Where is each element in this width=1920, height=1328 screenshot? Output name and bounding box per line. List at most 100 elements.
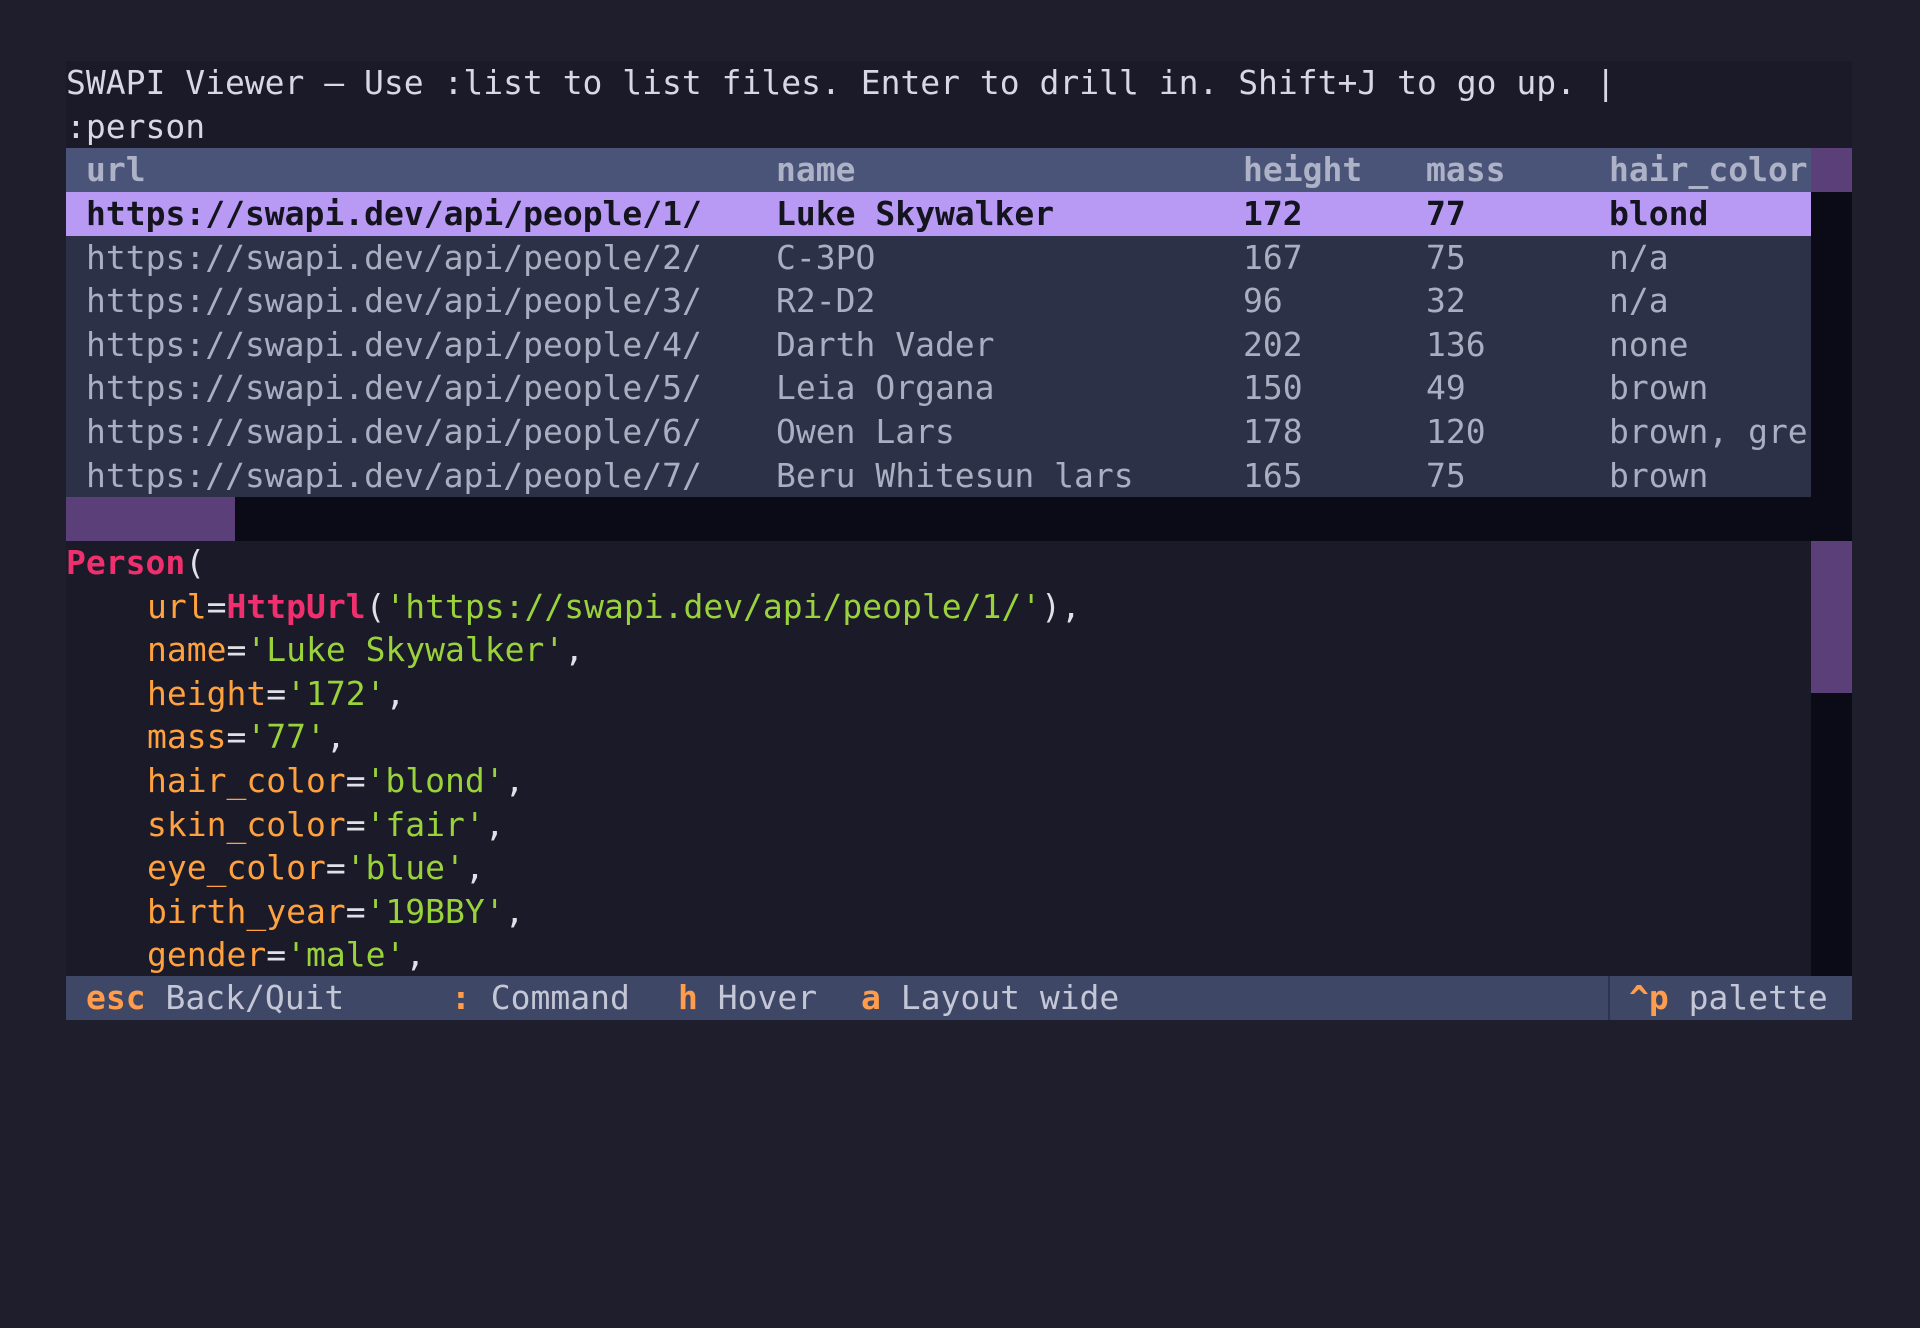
cell-hair-color: n/a [1609, 281, 1669, 321]
cell-mass: 49 [1426, 368, 1466, 408]
class-name: Person [66, 543, 186, 582]
footer-key: ^p [1629, 978, 1669, 1017]
footer-binding-back-quit[interactable]: esc Back/Quit [86, 976, 344, 1020]
cell-name: Luke Skywalker [776, 194, 1055, 233]
column-header-height[interactable]: height [1243, 148, 1362, 192]
cell-name: Darth Vader [776, 324, 995, 364]
field-tail: , [325, 717, 346, 757]
detail-class-line: Person( [66, 541, 1811, 585]
cell-height: 202 [1243, 324, 1303, 364]
field-tail: , [464, 848, 485, 888]
footer-label: Command [490, 978, 630, 1017]
field-key: name [147, 630, 227, 670]
detail-field: height='172', [66, 672, 1811, 716]
field-key: skin_color [147, 804, 346, 844]
detail-scroll-thumb[interactable] [1811, 541, 1852, 693]
cell-mass: 136 [1426, 324, 1486, 364]
record-detail-pane[interactable]: Person( url=HttpUrl('https://swapi.dev/a… [66, 541, 1811, 976]
open-paren: ( [185, 543, 206, 582]
cell-url: https://swapi.dev/api/people/1/ [86, 194, 702, 233]
cell-mass: 75 [1426, 455, 1466, 495]
field-value: '19BBY' [365, 891, 505, 931]
field-value: 'fair' [365, 804, 485, 844]
detail-field: birth_year='19BBY', [66, 890, 1811, 934]
cell-mass: 120 [1426, 412, 1486, 451]
table-row[interactable]: https://swapi.dev/api/people/4/ Darth Va… [66, 323, 1811, 367]
cell-hair-color: brown [1609, 455, 1709, 495]
footer-binding-command[interactable]: : Command [451, 976, 630, 1020]
field-eq: = [226, 717, 247, 757]
command-line[interactable]: :person [66, 105, 1852, 149]
footer-binding-layout[interactable]: a Layout wide [861, 976, 1119, 1020]
table-row-selected[interactable]: https://swapi.dev/api/people/1/ Luke Sky… [66, 192, 1811, 236]
footer-label: palette [1688, 978, 1828, 1017]
field-key: mass [147, 717, 227, 757]
title-text: SWAPI Viewer — Use :list to list files. … [66, 63, 1616, 102]
field-tail: , [504, 891, 525, 931]
detail-field: gender='male', [66, 933, 1811, 976]
cell-hair-color: n/a [1609, 237, 1669, 277]
cell-url: https://swapi.dev/api/people/3/ [86, 281, 702, 321]
title-bar: SWAPI Viewer — Use :list to list files. … [66, 61, 1852, 148]
footer-key: esc [86, 978, 146, 1017]
detail-field: url=HttpUrl('https://swapi.dev/api/peopl… [147, 586, 1081, 626]
terminal-window: SWAPI Viewer — Use :list to list files. … [66, 61, 1852, 1020]
cell-height: 178 [1243, 412, 1303, 451]
field-value: 'https://swapi.dev/api/people/1/' [385, 586, 1042, 626]
footer-binding-hover[interactable]: h Hover [678, 976, 817, 1020]
table-row[interactable]: https://swapi.dev/api/people/7/ Beru Whi… [66, 454, 1811, 498]
cell-mass: 77 [1426, 194, 1466, 233]
column-header-mass[interactable]: mass [1426, 148, 1505, 192]
field-value: 'blue' [345, 848, 465, 888]
column-header-hair-color[interactable]: hair_color [1609, 148, 1811, 192]
footer-label: Hover [717, 978, 818, 1017]
table-row[interactable]: https://swapi.dev/api/people/6/ Owen Lar… [66, 410, 1811, 454]
cell-url: https://swapi.dev/api/people/4/ [86, 324, 702, 364]
footer-binding-palette[interactable]: ^p palette [1629, 976, 1828, 1020]
detail-field: hair_color='blond', [66, 759, 1811, 803]
cell-name: Owen Lars [776, 412, 955, 451]
field-key: hair_color [147, 760, 346, 800]
field-key: birth_year [147, 891, 346, 931]
cell-hair-color: brown, gre [1609, 412, 1808, 451]
footer-keybindings: esc Back/Quit : Command h Hover a Layout… [66, 976, 1852, 1020]
field-key: url [147, 586, 207, 626]
table-horizontal-scrollbar[interactable] [66, 497, 235, 541]
column-header-url[interactable]: url [86, 148, 146, 192]
table-vertical-scrollbar[interactable] [1811, 148, 1852, 192]
field-tail: , [564, 630, 585, 670]
people-table[interactable]: url name height mass hair_color https://… [66, 148, 1852, 541]
cell-hair-color: none [1609, 324, 1689, 364]
field-eq: = [206, 586, 227, 626]
cell-hair-color: brown [1609, 368, 1709, 408]
cell-height: 150 [1243, 368, 1303, 408]
table-header: url name height mass hair_color [66, 148, 1811, 192]
table-row[interactable]: https://swapi.dev/api/people/5/ Leia Org… [66, 366, 1811, 410]
field-tail: ), [1041, 586, 1081, 626]
cell-hair-color: blond [1609, 194, 1709, 233]
field-eq: = [226, 630, 247, 670]
field-eq: = [266, 935, 287, 975]
cell-url: https://swapi.dev/api/people/6/ [86, 412, 702, 451]
field-tail: , [484, 804, 505, 844]
table-row[interactable]: https://swapi.dev/api/people/3/ R2-D2 96… [66, 279, 1811, 323]
column-header-name[interactable]: name [776, 148, 855, 192]
field-value: 'male' [286, 935, 406, 975]
cell-mass: 32 [1426, 281, 1466, 321]
footer-key: : [451, 978, 471, 1017]
cell-height: 167 [1243, 237, 1303, 277]
field-value: '172' [286, 673, 386, 713]
field-tail: , [405, 935, 426, 975]
field-eq: = [325, 848, 346, 888]
cell-height: 165 [1243, 455, 1303, 495]
detail-field: mass='77', [66, 715, 1811, 759]
cell-name: Beru Whitesun lars [776, 455, 1134, 495]
cell-url: https://swapi.dev/api/people/7/ [86, 455, 702, 495]
field-tail: , [385, 673, 406, 713]
footer-key: a [861, 978, 881, 1017]
footer-label: Back/Quit [165, 978, 345, 1017]
footer-divider [1608, 976, 1610, 1020]
detail-field: skin_color='fair', [66, 803, 1811, 847]
table-row[interactable]: https://swapi.dev/api/people/2/ C-3PO 16… [66, 236, 1811, 280]
cell-name: R2-D2 [776, 281, 876, 321]
